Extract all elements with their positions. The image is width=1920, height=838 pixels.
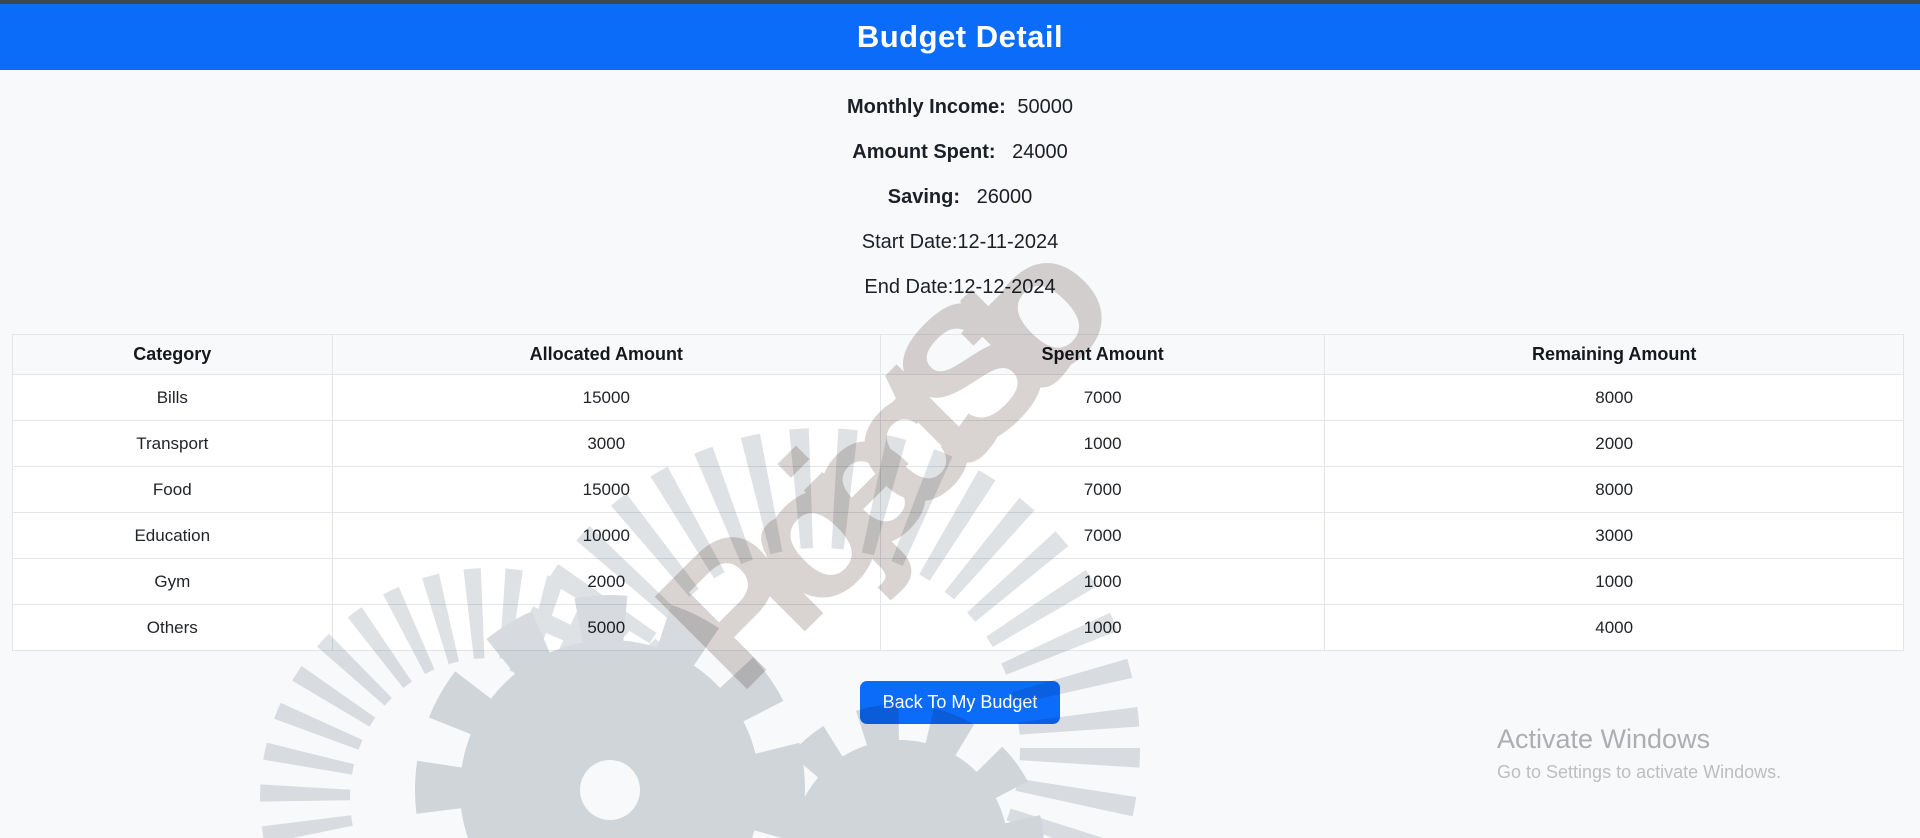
column-header-spent: Spent Amount — [879, 334, 1326, 375]
cell-remaining: 4000 — [1324, 604, 1904, 651]
actions-bar: Back To My Budget — [0, 681, 1920, 724]
cell-remaining: 3000 — [1324, 512, 1904, 559]
cell-allocated: 2000 — [331, 558, 881, 605]
cell-allocated: 5000 — [331, 604, 881, 651]
monthly-income-line: Monthly Income: 50000 — [0, 94, 1920, 120]
cell-allocated: 3000 — [331, 420, 881, 467]
column-header-remaining: Remaining Amount — [1324, 334, 1904, 375]
column-header-category: Category — [12, 334, 333, 375]
cell-allocated: 15000 — [331, 466, 881, 513]
cell-category: Transport — [12, 420, 333, 467]
cell-spent: 7000 — [879, 466, 1326, 513]
saving-line: Saving: 26000 — [0, 184, 1920, 210]
end-date-value: 12-12-2024 — [953, 276, 1056, 298]
activate-windows-title: Activate Windows — [1497, 724, 1711, 754]
monthly-income-value: 50000 — [1017, 96, 1074, 118]
cell-spent: 1000 — [879, 420, 1326, 467]
table-row: Gym 2000 1000 1000 — [12, 558, 1904, 605]
budget-summary: Monthly Income: 50000 Amount Spent: 2400… — [0, 70, 1920, 300]
start-date-value: 12-11-2024 — [957, 231, 1059, 253]
table-header-row: Category Allocated Amount Spent Amount R… — [12, 334, 1904, 375]
cell-spent: 1000 — [879, 604, 1326, 651]
end-date-line: End Date:12-12-2024 — [0, 274, 1920, 300]
cell-remaining: 2000 — [1324, 420, 1904, 467]
monthly-income-label: Monthly Income: — [846, 96, 1006, 118]
cell-category: Education — [12, 512, 333, 559]
table-row: Education 10000 7000 3000 — [12, 512, 1904, 559]
cell-category: Gym — [12, 558, 333, 605]
table-header: Category Allocated Amount Spent Amount R… — [12, 334, 1904, 375]
cell-category: Others — [12, 604, 333, 651]
cell-remaining: 1000 — [1324, 558, 1904, 605]
saving-label: Saving: — [887, 186, 961, 208]
cell-remaining: 8000 — [1324, 374, 1904, 421]
amount-spent-line: Amount Spent: 24000 — [0, 139, 1920, 165]
amount-spent-label: Amount Spent: — [852, 141, 996, 163]
start-date-label: Start Date: — [861, 231, 958, 253]
app-header: Budget Detail — [0, 4, 1920, 70]
table-row: Bills 15000 7000 8000 — [12, 374, 1904, 421]
table-body: Bills 15000 7000 8000 Transport 3000 100… — [12, 374, 1904, 651]
saving-value: 26000 — [976, 186, 1033, 208]
cell-category: Food — [12, 466, 333, 513]
end-date-label: End Date: — [864, 276, 954, 298]
page-title: Budget Detail — [856, 19, 1064, 54]
amount-spent-value: 24000 — [1012, 141, 1068, 163]
cell-spent: 7000 — [879, 374, 1326, 421]
table-row: Others 5000 1000 4000 — [12, 604, 1904, 651]
start-date-line: Start Date:12-11-2024 — [0, 229, 1920, 255]
table-row: Food 15000 7000 8000 — [12, 466, 1904, 513]
activate-windows-subtitle: Go to Settings to activate Windows. — [1497, 762, 1782, 782]
back-to-my-budget-button[interactable]: Back To My Budget — [859, 681, 1061, 724]
cell-category: Bills — [12, 374, 333, 421]
cell-spent: 1000 — [879, 558, 1326, 605]
table-row: Transport 3000 1000 2000 — [12, 420, 1904, 467]
cell-spent: 7000 — [879, 512, 1326, 559]
cell-remaining: 8000 — [1324, 466, 1904, 513]
windows-activation-watermark: Activate Windows Go to Settings to activ… — [1497, 724, 1781, 783]
column-header-allocated: Allocated Amount — [331, 334, 881, 375]
cell-allocated: 10000 — [331, 512, 881, 559]
cell-allocated: 15000 — [331, 374, 881, 421]
budget-table: Category Allocated Amount Spent Amount R… — [12, 334, 1904, 651]
